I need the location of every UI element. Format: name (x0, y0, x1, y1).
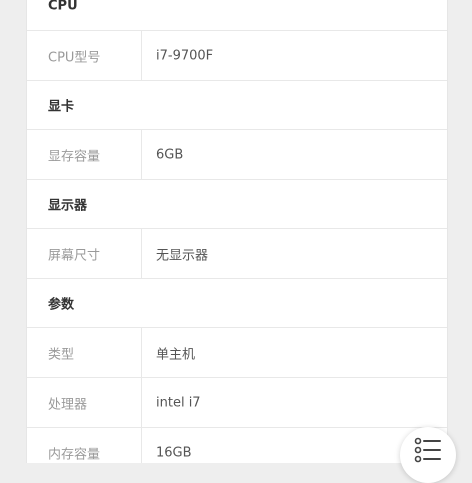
spec-row-vram: 显存容量 6GB (27, 130, 447, 180)
cell-divider (141, 229, 142, 278)
spec-row-cpu-model: CPU型号 i7-9700F (27, 31, 447, 81)
spec-label: CPU型号 (48, 50, 101, 65)
spec-label: 处理器 (48, 397, 88, 412)
spec-row-type: 类型 单主机 (27, 328, 447, 378)
spec-label: 内存容量 (48, 447, 101, 462)
spec-value: 无显示器 (156, 248, 209, 263)
section-title: CPU (48, 0, 78, 14)
section-header-gpu: 显卡 (27, 81, 447, 130)
spec-value: 16GB (156, 445, 192, 460)
spec-row-memory: 内存容量 16GB (27, 428, 447, 463)
cell-divider (141, 428, 142, 463)
spec-value: 单主机 (156, 347, 196, 362)
cell-divider (141, 31, 142, 80)
spec-label: 显存容量 (48, 149, 101, 164)
section-header-cpu: CPU (27, 0, 447, 31)
section-title: 参数 (48, 297, 75, 313)
spec-row-screen-size: 屏幕尺寸 无显示器 (27, 229, 447, 279)
section-header-display: 显示器 (27, 180, 447, 229)
section-title: 显示器 (48, 198, 88, 214)
spec-value: 6GB (156, 147, 184, 162)
spec-row-processor: 处理器 intel i7 (27, 378, 447, 428)
section-title: 显卡 (48, 99, 75, 115)
spec-value: intel i7 (156, 395, 201, 410)
section-header-params: 参数 (27, 279, 447, 328)
spec-value: i7-9700F (156, 48, 214, 63)
list-menu-icon (414, 437, 441, 463)
cell-divider (141, 328, 142, 377)
cell-divider (141, 130, 142, 179)
spec-table: CPU CPU型号 i7-9700F 显卡 显存容量 6GB 显示器 屏幕尺寸 … (26, 0, 448, 463)
cell-divider (141, 378, 142, 427)
list-menu-button[interactable] (400, 427, 456, 483)
spec-label: 屏幕尺寸 (48, 248, 101, 263)
spec-label: 类型 (48, 347, 75, 362)
